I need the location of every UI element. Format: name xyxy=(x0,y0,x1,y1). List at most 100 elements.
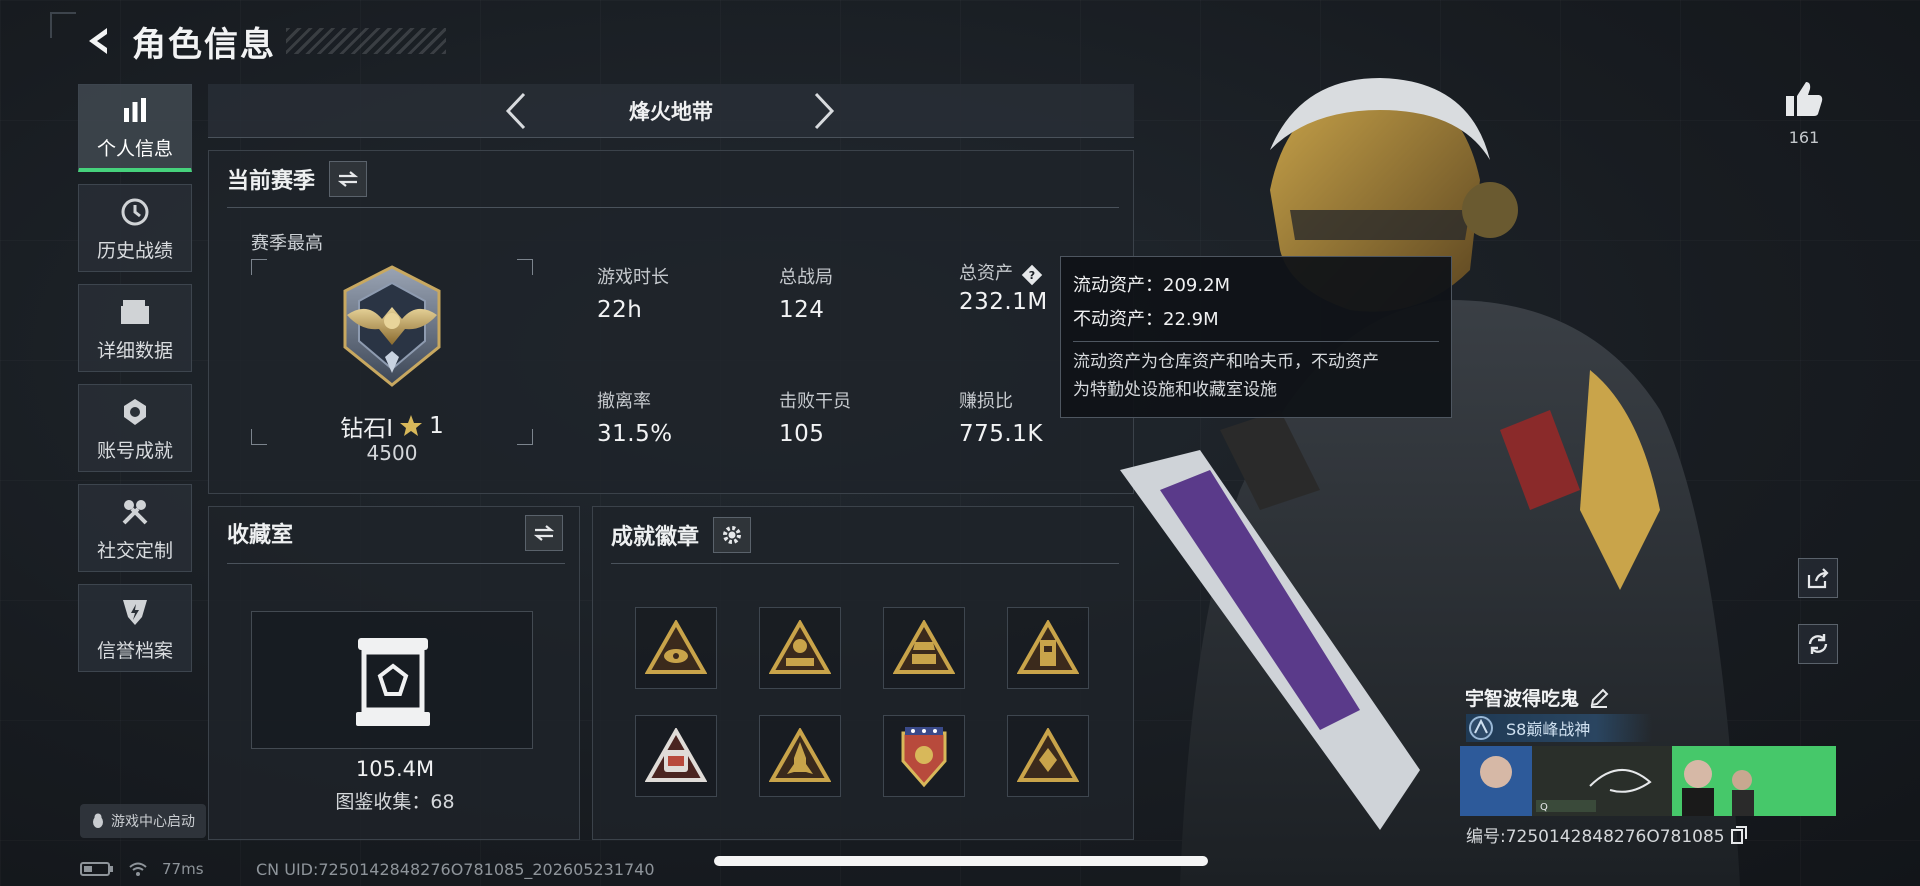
stat-extraction-rate: 撤离率 31.5% xyxy=(597,387,673,447)
help-icon[interactable]: ? xyxy=(1021,261,1043,286)
penguin-icon xyxy=(93,813,103,828)
swap-icon xyxy=(533,525,555,541)
stat-label: 总资产 xyxy=(959,263,1013,284)
chevron-right-icon xyxy=(814,92,835,130)
badge-item[interactable] xyxy=(1007,715,1089,797)
stat-label: 撤离率 xyxy=(597,391,651,412)
status-bar: 77ms xyxy=(80,860,204,878)
name-card-tag: Q xyxy=(1540,802,1548,813)
player-name-card[interactable]: Q xyxy=(1460,746,1836,816)
tooltip-description-1: 流动资产为仓库资产和哈夫币，不动资产 xyxy=(1073,352,1379,372)
collection-switch-button[interactable] xyxy=(525,515,563,551)
sidebar-item-credit[interactable]: 信誉档案 xyxy=(78,584,192,672)
badge-item[interactable] xyxy=(635,715,717,797)
stat-total-matches: 总战局 124 xyxy=(779,263,833,323)
season-panel: 当前赛季 赛季最高 钻石Ⅰ 1 4500 游戏时长 22h 总战局 124 总资… xyxy=(208,150,1134,494)
shield-bolt-icon xyxy=(117,594,153,630)
swap-icon xyxy=(337,171,359,187)
stat-value: 22h xyxy=(597,297,643,323)
thumbs-up-icon xyxy=(1786,82,1823,116)
badge-triangle-tower-icon xyxy=(1017,620,1079,674)
badge-shield-icon xyxy=(901,727,947,788)
back-arrow-icon xyxy=(89,28,107,54)
tooltip-fixed-assets: 不动资产：22.9M xyxy=(1073,309,1219,330)
back-button[interactable] xyxy=(78,21,118,61)
collection-value: 105.4M xyxy=(355,757,435,781)
badge-item[interactable] xyxy=(635,607,717,689)
edit-pencil-icon[interactable] xyxy=(1589,688,1609,708)
wifi-icon xyxy=(129,862,147,876)
svg-text:?: ? xyxy=(1029,269,1035,282)
refresh-button[interactable] xyxy=(1798,624,1838,664)
assets-tooltip: 流动资产：209.2M 不动资产：22.9M 流动资产为仓库资产和哈夫币，不动资… xyxy=(1060,256,1452,418)
season-title: 当前赛季 xyxy=(227,169,316,194)
badge-item[interactable] xyxy=(1007,607,1089,689)
tools-icon xyxy=(117,494,153,530)
sidebar-item-social[interactable]: 社交定制 xyxy=(78,484,192,572)
display-case-icon xyxy=(356,638,430,726)
copy-icon[interactable] xyxy=(1730,825,1747,844)
divider xyxy=(227,563,565,564)
sidebar-item-label: 历史战绩 xyxy=(96,239,173,262)
season-best-label: 赛季最高 xyxy=(251,233,323,254)
stat-value: 232.1M xyxy=(959,289,1048,315)
share-icon xyxy=(1807,568,1829,589)
mode-name: 烽火地带 xyxy=(629,99,713,124)
title-emblem-icon xyxy=(1469,716,1493,740)
player-name: 宇智波得吃鬼 xyxy=(1465,688,1580,710)
chevron-left-icon xyxy=(505,92,526,130)
sidebar-item-label: 信誉档案 xyxy=(96,639,173,662)
game-center-launch[interactable]: 游戏中心启动 xyxy=(80,804,206,838)
badge-item[interactable] xyxy=(759,715,841,797)
stat-label: 击败干员 xyxy=(779,391,851,412)
sidebar-item-label: 个人信息 xyxy=(96,138,173,160)
stat-play-time: 游戏时长 22h xyxy=(597,263,669,323)
mode-prev-button[interactable] xyxy=(496,91,536,131)
battery-icon xyxy=(80,862,113,876)
badge-item[interactable] xyxy=(759,607,841,689)
badge-triangle-s8-icon xyxy=(645,728,707,782)
like-button[interactable]: 161 xyxy=(1782,80,1826,147)
badges-settings-button[interactable] xyxy=(713,517,752,553)
divider xyxy=(227,207,1119,208)
sidebar-item-history[interactable]: 历史战绩 xyxy=(78,184,192,272)
badge-triangle-s6-icon xyxy=(893,620,955,674)
badges-header: 成就徽章 xyxy=(611,517,752,553)
sidebar: 个人信息 历史战绩 详细数据 账号成就 社交定制 信誉档案 xyxy=(78,84,192,684)
player-uid: 编号:7250142848276O781085 xyxy=(1466,827,1725,847)
collection-panel: 收藏室 105.4M 图鉴收集：68 xyxy=(208,506,580,840)
sidebar-item-label: 社交定制 xyxy=(96,539,173,562)
title-decoration xyxy=(286,28,446,54)
tooltip-liquid-assets: 流动资产：209.2M xyxy=(1073,275,1231,296)
corner-decoration xyxy=(50,12,76,38)
badge-triangle-s4-icon xyxy=(769,620,831,674)
badges-title: 成就徽章 xyxy=(611,525,700,550)
sidebar-item-achievements[interactable]: 账号成就 xyxy=(78,384,192,472)
sidebar-item-personal-info[interactable]: 个人信息 xyxy=(78,84,192,172)
name-card-art: Q xyxy=(1460,746,1836,816)
tooltip-description-2: 为特勤处设施和收藏室设施 xyxy=(1073,380,1277,400)
season-panel-header: 当前赛季 xyxy=(227,161,368,197)
diamond-rank-emblem-icon xyxy=(343,265,441,387)
stat-label: 总战局 xyxy=(779,267,833,288)
bar-chart-icon xyxy=(117,92,153,128)
badge-item[interactable] xyxy=(883,607,965,689)
player-uid-row: 编号:7250142848276O781085 xyxy=(1466,822,1747,847)
collection-title: 收藏室 xyxy=(227,523,294,548)
refresh-icon xyxy=(1808,634,1828,654)
badge-triangle-rocket-icon xyxy=(769,728,831,782)
home-indicator[interactable] xyxy=(714,856,1208,866)
stat-total-assets: 总资产 ? 232.1M xyxy=(959,259,1048,315)
rank-tier: 钻石Ⅰ xyxy=(340,416,394,442)
gear-icon xyxy=(723,526,742,544)
player-title-badge: S8巅峰战神 xyxy=(1466,714,1652,742)
season-switch-button[interactable] xyxy=(329,161,368,197)
sidebar-item-details[interactable]: 详细数据 xyxy=(78,284,192,372)
stat-profit-loss-ratio: 赚损比 775.1K xyxy=(959,387,1043,447)
share-button[interactable] xyxy=(1798,558,1838,598)
page-title: 角色信息 xyxy=(132,24,276,65)
collection-vault[interactable] xyxy=(251,611,533,749)
mode-next-button[interactable] xyxy=(804,91,844,131)
badge-item[interactable] xyxy=(883,715,965,797)
sidebar-item-label: 账号成就 xyxy=(96,439,173,462)
